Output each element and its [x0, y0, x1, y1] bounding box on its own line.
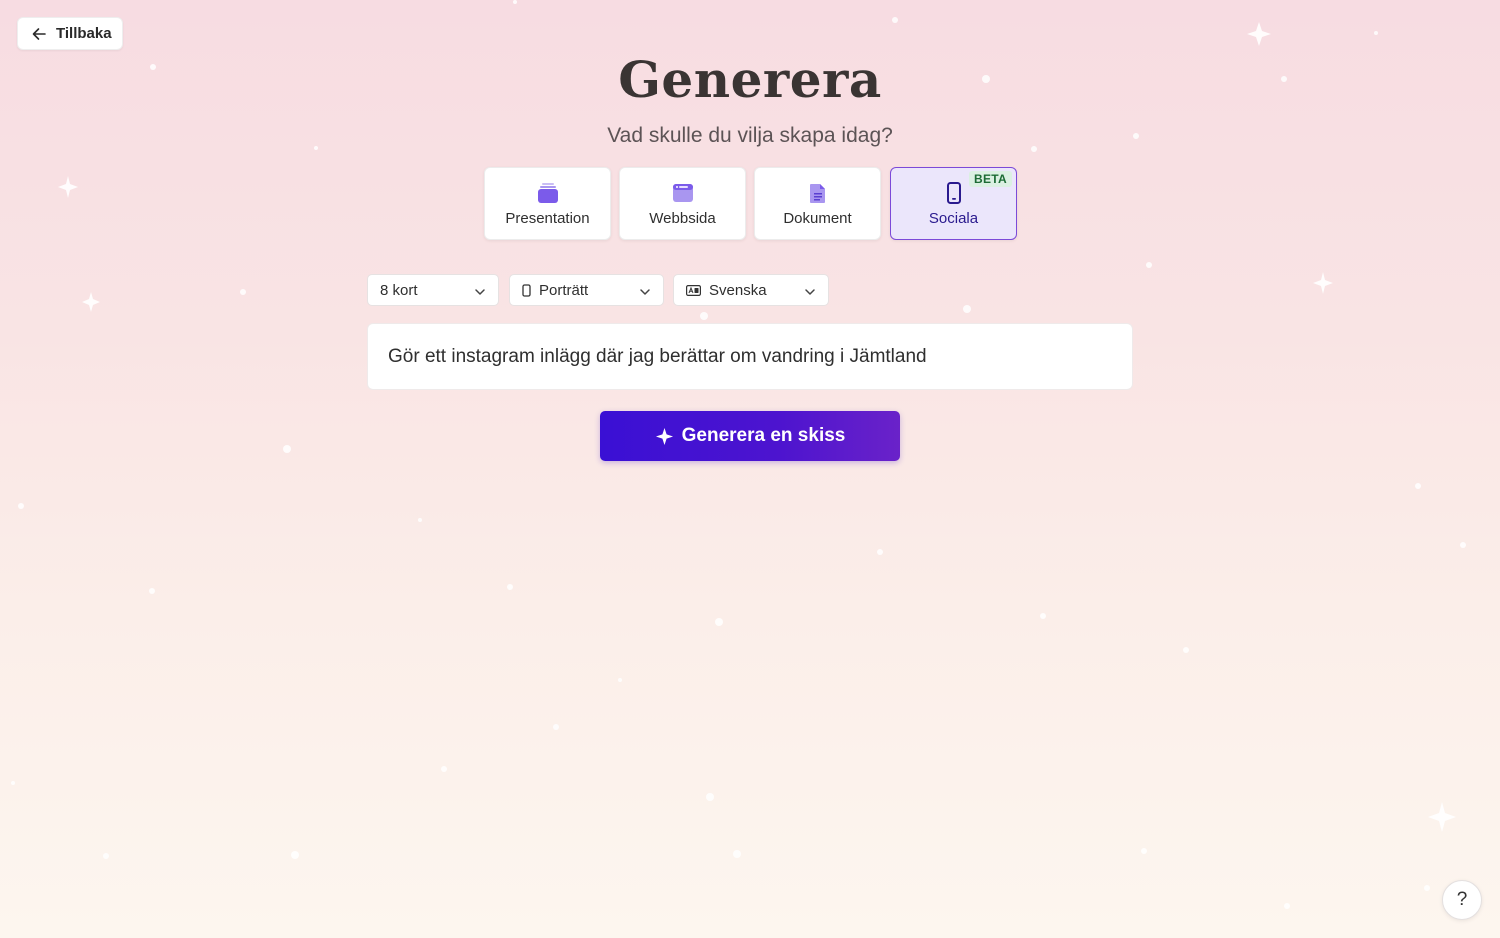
arrow-left-icon — [31, 26, 47, 42]
type-card-webpage[interactable]: Webbsida — [619, 167, 746, 240]
type-card-label: Dokument — [783, 210, 852, 227]
phone-icon — [943, 182, 965, 209]
page-subtitle: Vad skulle du vilja skapa idag? — [607, 124, 893, 147]
prompt-text: Gör ett instagram inlägg där jag berätta… — [388, 345, 927, 367]
type-card-presentation[interactable]: Presentation — [484, 167, 611, 240]
document-icon — [807, 182, 829, 209]
prompt-input[interactable]: Gör ett instagram inlägg där jag berätta… — [367, 323, 1133, 390]
type-card-social[interactable]: BETA Sociala — [890, 167, 1017, 240]
help-icon: ? — [1456, 889, 1468, 910]
orientation-value: Porträtt — [539, 281, 589, 299]
language-icon — [686, 284, 701, 296]
chevron-down-icon — [474, 285, 486, 302]
language-value: Svenska — [709, 281, 767, 299]
generate-outline-button[interactable]: Generera en skiss — [600, 411, 900, 461]
chevron-down-icon — [804, 285, 816, 302]
orientation-select[interactable]: Porträtt — [509, 274, 664, 306]
sparkle-icon — [655, 427, 674, 446]
back-button[interactable]: Tillbaka — [17, 17, 123, 50]
chevron-down-icon — [639, 285, 651, 302]
webpage-icon — [672, 182, 694, 209]
portrait-icon — [522, 283, 531, 297]
beta-badge: BETA — [969, 171, 1012, 187]
card-count-value: 8 kort — [380, 281, 418, 299]
type-card-document[interactable]: Dokument — [754, 167, 881, 240]
type-card-label: Webbsida — [649, 210, 716, 227]
type-card-label: Presentation — [505, 210, 590, 227]
presentation-icon — [537, 182, 559, 209]
page-title: Generera — [618, 50, 882, 109]
generate-button-label: Generera en skiss — [681, 425, 846, 446]
back-button-label: Tillbaka — [56, 25, 112, 42]
help-button[interactable]: ? — [1442, 880, 1482, 920]
card-count-select[interactable]: 8 kort — [367, 274, 499, 306]
language-select[interactable]: Svenska — [673, 274, 829, 306]
type-card-label: Sociala — [928, 210, 979, 227]
